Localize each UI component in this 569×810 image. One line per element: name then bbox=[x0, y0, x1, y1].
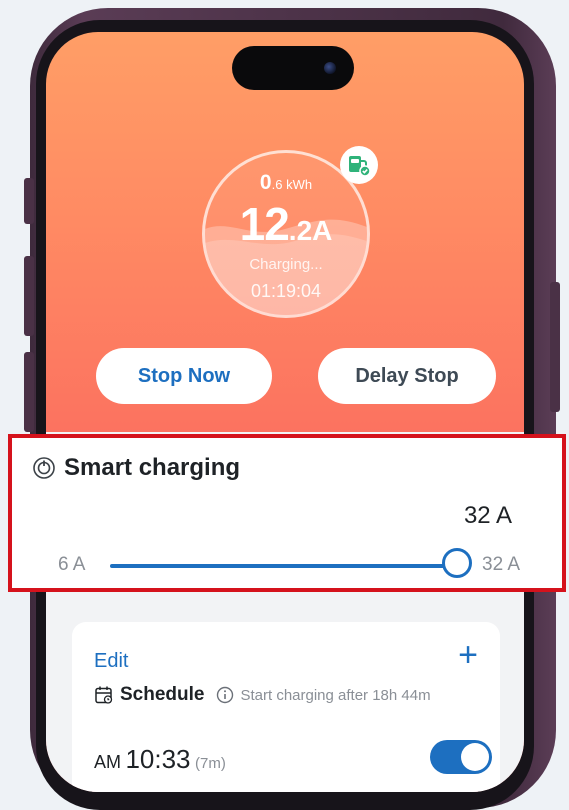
elapsed-timer: 01:19:04 bbox=[250, 281, 322, 301]
current-limit-value: 32 A bbox=[463, 502, 512, 529]
time-duration: (7m) bbox=[194, 755, 226, 772]
current-value: 12 bbox=[239, 198, 290, 250]
time-ampm: AM bbox=[94, 752, 121, 772]
smart-charging-section: Smart charging 32 A 6 A 32 A bbox=[8, 434, 566, 592]
current-readout: 12.2A bbox=[205, 197, 367, 251]
schedule-header: Schedule Start charging after 18h 44m bbox=[94, 684, 431, 706]
schedule-entry-time: AM 10:33 (7m) bbox=[94, 744, 226, 775]
ev-charger-icon[interactable] bbox=[340, 146, 378, 184]
toggle-knob[interactable] bbox=[461, 743, 489, 771]
edit-button[interactable]: Edit bbox=[94, 650, 128, 673]
time-value: 10:33 bbox=[125, 744, 191, 774]
schedule-toggle[interactable] bbox=[430, 740, 492, 774]
power-dial-icon bbox=[33, 457, 55, 479]
charging-status: Charging... bbox=[249, 256, 323, 273]
schedule-hint: Start charging after 18h 44m bbox=[240, 686, 431, 704]
current-unit: .2A bbox=[288, 215, 333, 246]
smart-charging-title: Smart charging bbox=[64, 454, 241, 481]
current-slider-thumb[interactable] bbox=[442, 548, 472, 578]
info-icon[interactable] bbox=[216, 686, 234, 704]
side-button-power bbox=[550, 282, 560, 412]
stop-now-button[interactable]: Stop Now bbox=[96, 348, 272, 404]
side-button-volume-down bbox=[24, 352, 34, 432]
current-slider-track[interactable] bbox=[110, 564, 450, 568]
camera-icon bbox=[324, 62, 336, 74]
side-button-silent bbox=[24, 178, 34, 224]
slider-max-label: 32 A bbox=[482, 554, 521, 575]
slider-min-label: 6 A bbox=[58, 554, 86, 575]
schedule-label: Schedule bbox=[120, 684, 205, 705]
energy-value: 0 bbox=[259, 171, 272, 194]
calendar-icon bbox=[95, 686, 113, 704]
energy-unit: .6 kWh bbox=[271, 177, 313, 192]
plus-icon[interactable]: + bbox=[458, 638, 478, 672]
dynamic-island bbox=[232, 46, 354, 90]
schedule-card: Edit + Schedule Start charging after 18h… bbox=[72, 622, 500, 792]
app-screen: 0.6 kWh 12.2A Charging... 01:19:04 Stop … bbox=[46, 32, 524, 792]
delay-stop-button[interactable]: Delay Stop bbox=[318, 348, 496, 404]
side-button-volume-up bbox=[24, 256, 34, 336]
